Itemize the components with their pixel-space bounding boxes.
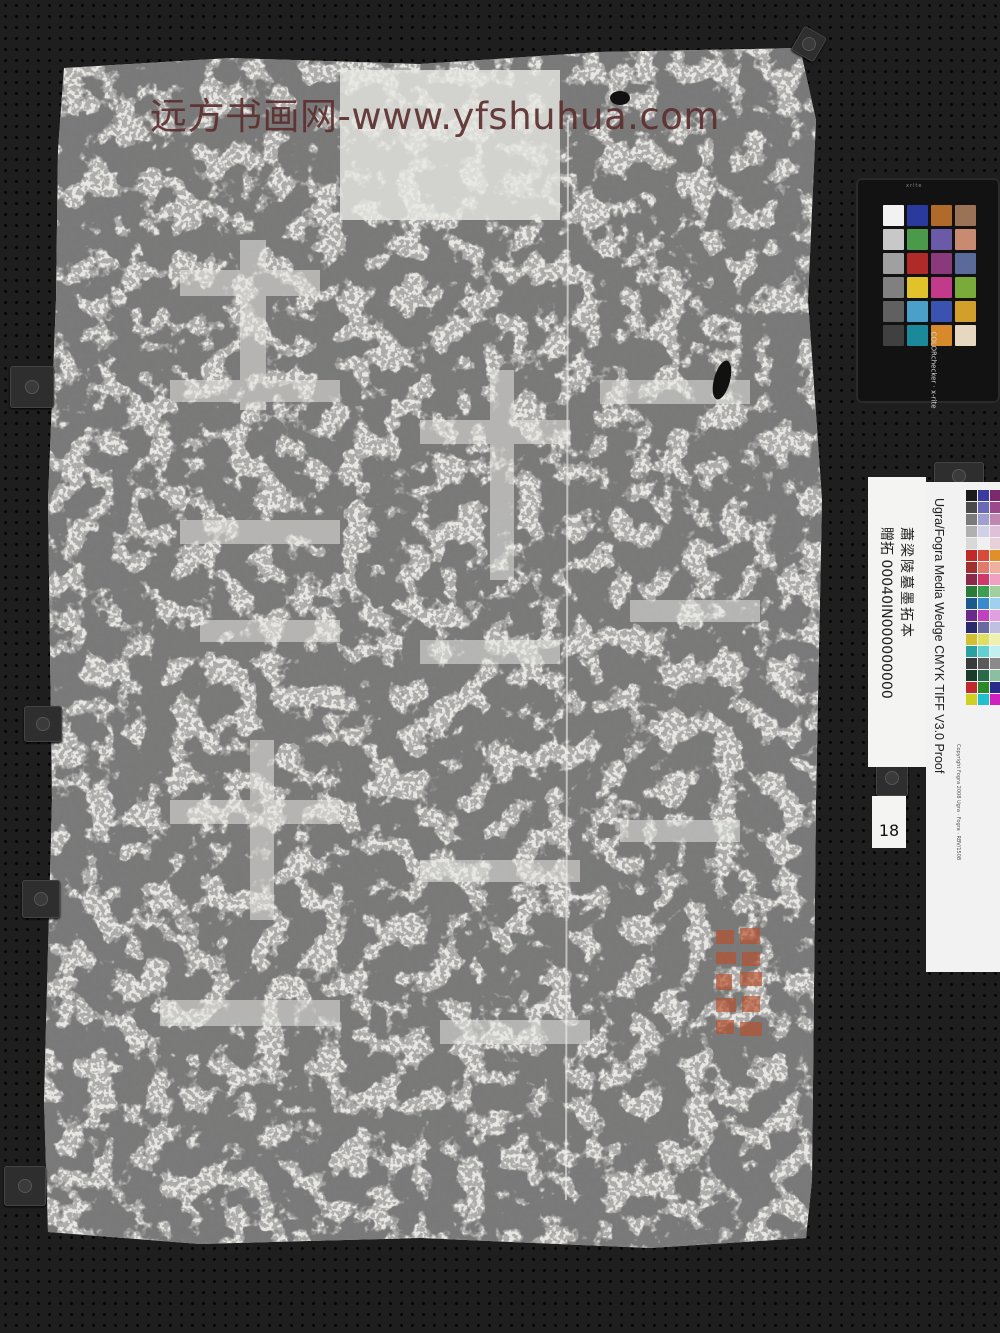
wedge-copyright: Copyright Fogra 2008 Ugra · Fogra · RBV/… — [955, 744, 961, 861]
media-wedge-strip: Ugra/Fogra Media Wedge CMYK TIFF V3.0 Pr… — [926, 482, 1000, 972]
wedge-patch — [978, 670, 989, 681]
wedge-patch — [966, 622, 977, 633]
color-checker-card: xrite COLORchecker · x-rite — [856, 178, 1000, 409]
wedge-patch — [978, 646, 989, 657]
checker-patch — [883, 229, 904, 250]
wedge-patch — [978, 490, 989, 501]
checker-patch — [931, 205, 952, 226]
wedge-patch — [978, 586, 989, 597]
wedge-patch — [966, 670, 977, 681]
wedge-patch — [990, 586, 1000, 597]
wedge-patch — [990, 514, 1000, 525]
checker-patch — [955, 277, 976, 298]
checker-patch — [931, 301, 952, 322]
wedge-patch — [966, 550, 977, 561]
checker-grid — [883, 205, 979, 350]
wedge-patches — [966, 490, 1000, 968]
label-id: 贈拓 00040IN000000000 — [878, 527, 894, 699]
wedge-patch — [978, 502, 989, 513]
wedge-patch — [978, 658, 989, 669]
checker-patch — [931, 253, 952, 274]
wedge-title: Ugra/Fogra Media Wedge CMYK TIFF V3.0 Pr… — [932, 498, 946, 774]
checker-patch — [955, 253, 976, 274]
checker-patch — [955, 301, 976, 322]
wedge-patch — [966, 634, 977, 645]
wedge-patch — [990, 658, 1000, 669]
wedge-patch — [966, 646, 977, 657]
checker-patch — [931, 277, 952, 298]
catalog-label-card: 蕭梁陵墓墨拓本 贈拓 00040IN000000000 — [868, 477, 926, 767]
wedge-patch — [978, 526, 989, 537]
wedge-patch — [978, 610, 989, 621]
clip — [22, 880, 60, 918]
wedge-patch — [966, 514, 977, 525]
checker-patch — [955, 229, 976, 250]
clip — [24, 706, 62, 742]
checker-patch — [883, 253, 904, 274]
watermark-text: 远方书画网-www.yfshuhua.com — [150, 95, 720, 138]
wedge-patch — [990, 646, 1000, 657]
clip — [4, 1166, 46, 1206]
wedge-patch — [978, 514, 989, 525]
wedge-patch — [990, 670, 1000, 681]
checker-patch — [883, 325, 904, 346]
wedge-patch — [978, 562, 989, 573]
checker-patch — [907, 277, 928, 298]
wedge-patch — [978, 574, 989, 585]
wedge-patch — [990, 550, 1000, 561]
item-number: 18 — [878, 821, 900, 840]
wedge-patch — [978, 550, 989, 561]
checker-patch — [907, 253, 928, 274]
wedge-patch — [966, 694, 977, 705]
checker-patch — [907, 325, 928, 346]
checker-patch — [883, 205, 904, 226]
label-title: 蕭梁陵墓墨拓本 — [898, 527, 914, 639]
wedge-patch — [978, 598, 989, 609]
wedge-patch — [966, 526, 977, 537]
wedge-patch — [966, 574, 977, 585]
wedge-patch — [966, 586, 977, 597]
wedge-patch — [966, 658, 977, 669]
wedge-patch — [978, 694, 989, 705]
wedge-patch — [978, 682, 989, 693]
red-seal — [716, 928, 762, 1036]
wedge-patch — [966, 538, 977, 549]
wedge-patch — [978, 634, 989, 645]
wedge-patch — [990, 574, 1000, 585]
wedge-patch — [990, 562, 1000, 573]
wedge-patch — [966, 490, 977, 501]
checker-patch — [955, 325, 976, 346]
wedge-patch — [966, 562, 977, 573]
checker-patch — [931, 229, 952, 250]
checker-brand: COLORchecker · x-rite — [930, 331, 939, 409]
wedge-patch — [990, 694, 1000, 705]
wedge-patch — [990, 682, 1000, 693]
wedge-patch — [978, 538, 989, 549]
wedge-patch — [990, 634, 1000, 645]
wedge-patch — [990, 622, 1000, 633]
ink-rubbing-image — [44, 48, 822, 1248]
clip — [10, 366, 54, 408]
checker-patch — [907, 301, 928, 322]
wedge-patch — [990, 526, 1000, 537]
wedge-patch — [990, 490, 1000, 501]
wedge-patch — [978, 622, 989, 633]
wedge-patch — [966, 682, 977, 693]
checker-patch — [907, 229, 928, 250]
wedge-patch — [966, 610, 977, 621]
wedge-patch — [990, 610, 1000, 621]
wedge-patch — [966, 598, 977, 609]
checker-patch — [955, 205, 976, 226]
wedge-patch — [990, 538, 1000, 549]
wedge-patch — [966, 502, 977, 513]
checker-patch — [907, 205, 928, 226]
checker-brand-top: xrite — [906, 183, 923, 189]
wedge-patch — [990, 502, 1000, 513]
item-number-card: 18 — [872, 796, 906, 848]
checker-patch — [883, 301, 904, 322]
wedge-patch — [990, 598, 1000, 609]
checker-patch — [883, 277, 904, 298]
